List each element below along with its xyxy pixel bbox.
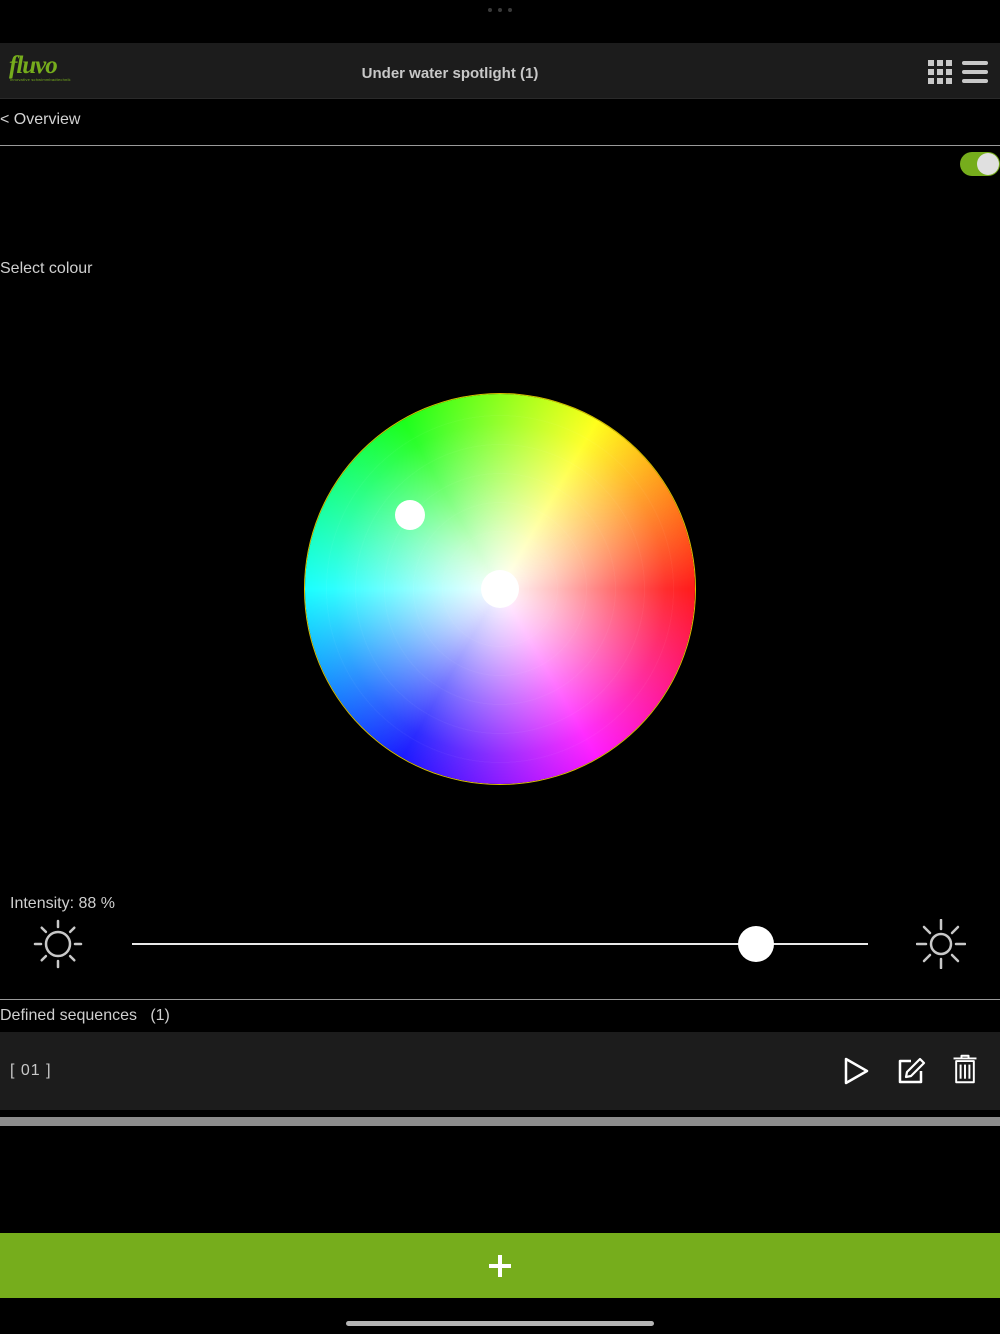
colour-selection-handle[interactable] <box>395 500 425 530</box>
sequence-name: [ 01 ] <box>10 1062 52 1079</box>
colour-wheel[interactable] <box>305 394 695 784</box>
home-indicator[interactable] <box>346 1321 654 1326</box>
sun-low-icon <box>33 919 83 969</box>
intensity-label: Intensity: 88 % <box>10 895 115 912</box>
multitasking-dots[interactable] <box>488 8 512 16</box>
list-divider-bar <box>0 1117 1000 1126</box>
divider <box>0 145 1000 146</box>
grid-icon[interactable] <box>928 60 952 84</box>
plus-icon <box>489 1254 511 1277</box>
menu-icon[interactable] <box>962 60 988 84</box>
wheel-center-handle[interactable] <box>481 570 519 608</box>
select-colour-label: Select colour <box>0 260 93 277</box>
edit-icon[interactable] <box>896 1056 926 1086</box>
play-icon[interactable] <box>841 1056 871 1086</box>
back-to-overview-link[interactable]: < Overview <box>0 111 80 129</box>
intensity-slider-thumb[interactable] <box>737 926 774 962</box>
toggle-knob <box>977 153 999 175</box>
power-toggle[interactable] <box>960 152 1000 176</box>
defined-sequences-label: Defined sequences (1) <box>0 1007 170 1024</box>
add-sequence-button[interactable] <box>0 1233 1000 1298</box>
divider <box>0 999 1000 1000</box>
sun-high-icon <box>916 919 966 969</box>
trash-icon[interactable] <box>950 1054 980 1084</box>
page-title: Under water spotlight (1) <box>361 65 539 82</box>
